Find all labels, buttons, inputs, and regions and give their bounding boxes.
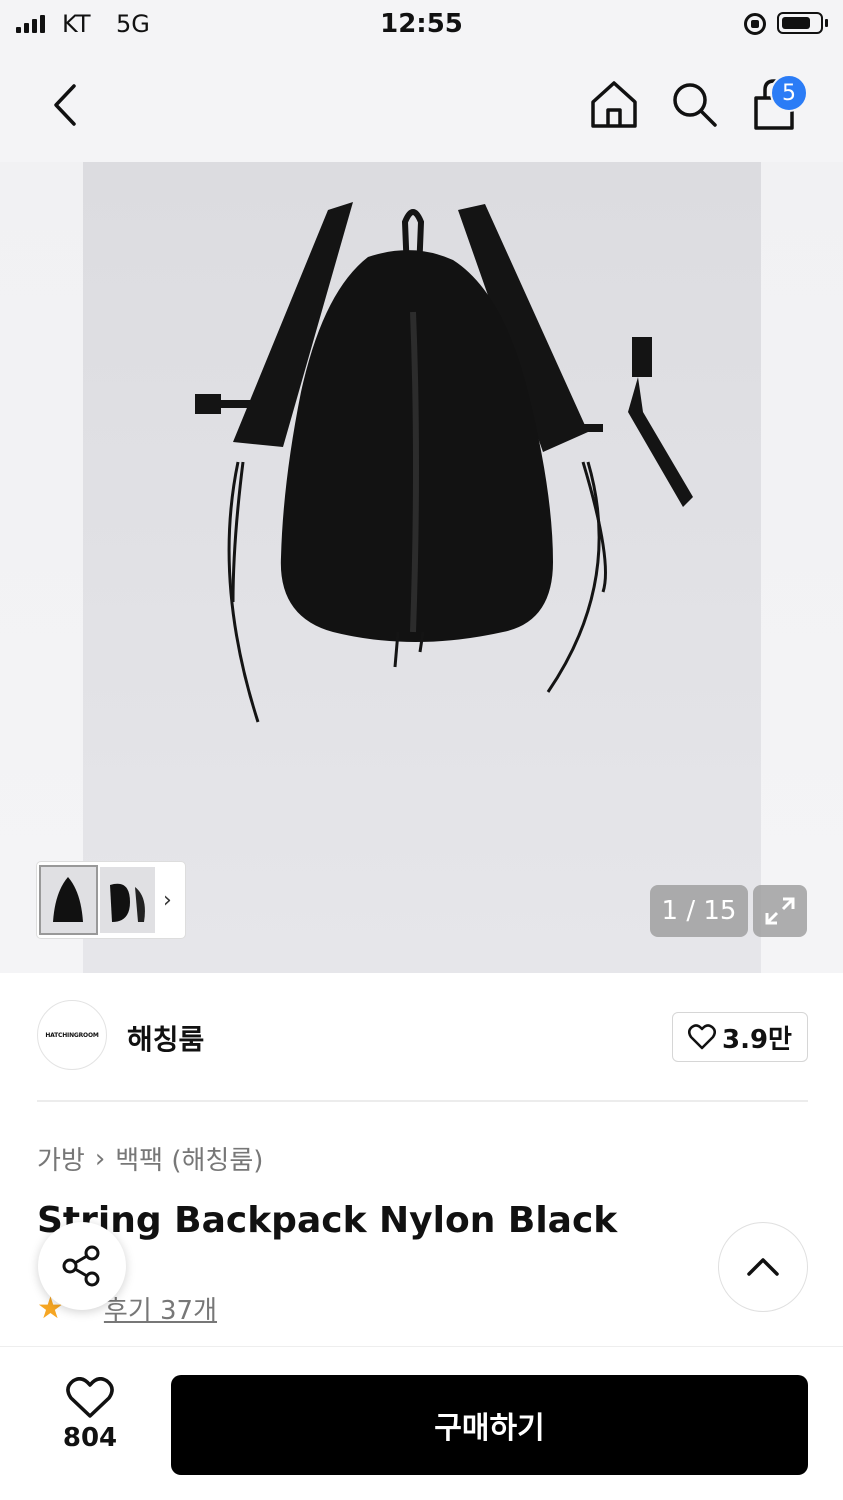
brand-name[interactable]: 해칭룸 [127, 1018, 204, 1058]
brand-like-button[interactable]: 3.9만 [672, 1012, 808, 1062]
chevron-up-icon [747, 1258, 779, 1276]
thumbnail-1[interactable] [39, 865, 98, 935]
status-time: 12:55 [380, 9, 463, 39]
home-icon[interactable] [588, 78, 640, 130]
breadcrumb: 가방 › 백팩 (해칭룸) [37, 1140, 263, 1177]
buy-button[interactable]: 구매하기 [171, 1375, 808, 1475]
brand-like-count: 3.9만 [722, 1024, 792, 1055]
breadcrumb-separator-icon: › [94, 1143, 106, 1174]
heart-icon [66, 1377, 114, 1418]
wishlist-count: 804 [62, 1423, 118, 1453]
breadcrumb-subcategory[interactable]: 백팩 (해칭룸) [115, 1140, 263, 1177]
product-gallery[interactable]: › 1 / 15 [0, 162, 843, 973]
battery-icon [777, 12, 823, 34]
image-counter: 1 / 15 [650, 885, 748, 937]
brand-row[interactable]: HATCHINGROOM 해칭룸 3.9만 [37, 1000, 808, 1074]
product-photo[interactable] [83, 162, 761, 973]
battery-tip [825, 19, 828, 27]
brand-logo[interactable]: HATCHINGROOM [37, 1000, 107, 1070]
thumbnail-strip[interactable]: › [37, 862, 185, 938]
share-icon [62, 1245, 100, 1287]
expand-icon[interactable] [753, 885, 807, 937]
heart-icon [688, 1024, 716, 1050]
status-bar: KT 5G 12:55 [0, 0, 843, 50]
share-button[interactable] [38, 1222, 126, 1310]
thumbnail-next-icon[interactable]: › [163, 888, 172, 913]
cart-count-badge: 5 [770, 74, 808, 112]
wishlist-button[interactable]: 804 [52, 1377, 128, 1473]
rotation-lock-icon [744, 13, 766, 35]
thumbnail-2[interactable] [100, 867, 155, 933]
scroll-top-button[interactable] [718, 1222, 808, 1312]
top-nav-bar: 5 [0, 50, 843, 162]
back-icon[interactable] [42, 80, 86, 130]
breadcrumb-category[interactable]: 가방 [37, 1140, 85, 1177]
backpack-illustration [195, 202, 693, 723]
review-link[interactable]: 후기 37개 [104, 1290, 217, 1327]
divider [37, 1100, 808, 1102]
search-icon[interactable] [668, 78, 720, 130]
product-title: String Backpack Nylon Black [37, 1200, 618, 1241]
bottom-action-bar: 804 구매하기 [0, 1346, 843, 1500]
